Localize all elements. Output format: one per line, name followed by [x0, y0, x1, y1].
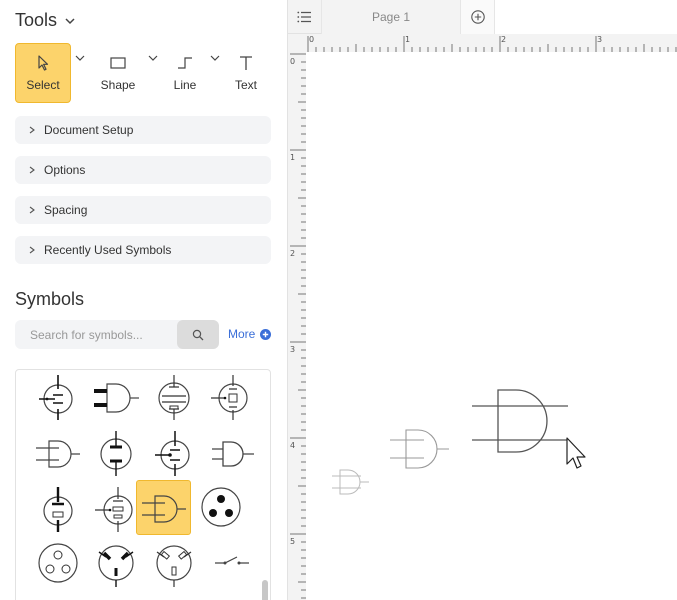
chevron-right-icon: [29, 206, 35, 214]
select-tool-button[interactable]: Select: [15, 43, 71, 103]
ruler-label: 2: [290, 249, 296, 258]
panel-spacing[interactable]: Spacing: [15, 196, 271, 224]
chevron-right-icon: [29, 246, 35, 254]
bold-and-gate-icon: [94, 383, 139, 413]
vacuum-tube-pentode-icon: [211, 375, 248, 420]
ruler-label: 0: [290, 57, 296, 66]
panel-document-setup[interactable]: Document Setup: [15, 116, 271, 144]
angled-plug-socket-icon: [98, 545, 134, 587]
ruler-label: 3: [290, 345, 296, 354]
three-circle-socket-icon: [38, 543, 78, 583]
select-caret-icon[interactable]: [75, 53, 85, 63]
symbols-title: Symbols: [15, 289, 85, 309]
shape-tool-label: Shape: [100, 78, 136, 92]
panel-recently-used-symbols[interactable]: Recently Used Symbols: [15, 236, 271, 264]
search-button[interactable]: [177, 320, 219, 349]
panel-label: Spacing: [44, 203, 88, 217]
vacuum-tube-tetrode-icon: [158, 375, 190, 420]
text-tool-button[interactable]: Text: [222, 43, 270, 103]
ruler-corner: [288, 34, 306, 52]
tab-page-1[interactable]: Page 1: [321, 0, 461, 34]
chevron-right-icon: [29, 126, 35, 134]
rectangle-icon: [110, 57, 126, 69]
select-tool-label: Select: [26, 78, 60, 92]
plus-circle-icon: [260, 328, 272, 340]
chevron-right-icon: [29, 166, 35, 174]
drawing-canvas[interactable]: [306, 52, 677, 600]
add-page-plus-icon: [470, 10, 485, 24]
symbol-vacuum-tube-pentode[interactable]: [205, 370, 259, 424]
vacuum-tube-diode-icon: [100, 431, 132, 476]
sidebar: Tools Select Shape Line Text Document Se…: [0, 0, 288, 600]
symbol-and-gate-outline[interactable]: [31, 426, 85, 480]
symbol-grid-scrollbar[interactable]: [262, 580, 268, 600]
symbol-switch-contact[interactable]: [205, 536, 259, 590]
line-tool-button[interactable]: Line: [160, 43, 210, 103]
search-icon: [192, 329, 204, 340]
vertical-ruler: 0 1 2 3 4 5: [288, 52, 306, 600]
text-tool-label: Text: [234, 78, 257, 92]
and-gate-outline-icon: [36, 440, 80, 468]
switch-contact-icon: [215, 556, 249, 565]
symbol-vacuum-tube-tetrode[interactable]: [147, 370, 201, 424]
panel-options[interactable]: Options: [15, 156, 271, 184]
cursor-arrow-icon: [38, 55, 49, 71]
tab-bar-empty: [495, 0, 677, 34]
symbol-vacuum-tube-side[interactable]: [89, 482, 143, 536]
symbol-search: [15, 320, 219, 349]
symbol-grid: [15, 369, 271, 600]
shape-caret-icon[interactable]: [148, 53, 158, 63]
horizontal-ruler: 0 1 2 3: [306, 34, 677, 52]
symbol-bold-and-gate[interactable]: [89, 370, 143, 424]
elbow-line-icon: [178, 57, 192, 69]
symbol-vacuum-tube-diode[interactable]: [89, 426, 143, 480]
symbol-three-circle-socket[interactable]: [31, 536, 85, 590]
panel-label: Options: [44, 163, 86, 177]
shape-tool-button[interactable]: Shape: [93, 43, 143, 103]
symbol-and-gate-small[interactable]: [205, 426, 259, 480]
and-gate-small-shape[interactable]: [332, 469, 369, 495]
vacuum-tube-dot-icon: [155, 431, 190, 476]
ruler-label: 0: [309, 35, 315, 44]
line-tool-label: Line: [173, 78, 197, 92]
panel-label: Document Setup: [44, 123, 134, 137]
and-gate-selected-icon: [141, 494, 186, 523]
vacuum-tube-triode-icon: [39, 375, 73, 420]
symbol-angled-slot-socket[interactable]: [147, 536, 201, 590]
ruler-label: 1: [290, 153, 296, 162]
mouse-cursor-icon: [566, 437, 586, 469]
ruler-label: 2: [501, 35, 507, 44]
and-gate-large-shape[interactable]: [472, 389, 568, 453]
ruler-label: 1: [405, 35, 411, 44]
text-t-icon: [240, 56, 252, 70]
line-caret-icon[interactable]: [210, 53, 220, 63]
ruler-label: 4: [290, 441, 296, 450]
symbol-search-input[interactable]: [15, 320, 178, 349]
symbol-vacuum-tube-split[interactable]: [31, 482, 85, 536]
ruler-label: 5: [290, 537, 296, 546]
panel-label: Recently Used Symbols: [44, 243, 172, 257]
add-page-button[interactable]: [461, 0, 495, 34]
more-label: More: [228, 327, 256, 341]
symbol-and-gate-selected[interactable]: [136, 480, 191, 535]
symbol-vacuum-tube-dot[interactable]: [147, 426, 201, 480]
chevron-down-icon: [65, 17, 75, 24]
symbol-angled-plug-socket[interactable]: [89, 536, 143, 590]
and-gate-medium-shape[interactable]: [390, 429, 449, 469]
page-list-button[interactable]: [288, 0, 321, 34]
more-symbols-link[interactable]: More: [228, 327, 272, 341]
three-dot-socket-icon: [201, 487, 241, 527]
symbol-three-dot-socket[interactable]: [194, 480, 248, 534]
symbol-vacuum-tube-triode[interactable]: [31, 370, 85, 424]
ruler-label: 3: [597, 35, 603, 44]
page-tab-bar: Page 1: [288, 0, 677, 34]
and-gate-small-icon: [212, 441, 254, 467]
vacuum-tube-split-icon: [43, 487, 73, 532]
tools-title: Tools: [15, 10, 58, 30]
angled-slot-socket-icon: [156, 545, 192, 587]
list-menu-icon: [297, 11, 311, 23]
tools-header[interactable]: Tools: [15, 10, 77, 31]
toolbar: Select Shape Line Text: [15, 43, 273, 103]
vacuum-tube-side-icon: [95, 487, 133, 532]
